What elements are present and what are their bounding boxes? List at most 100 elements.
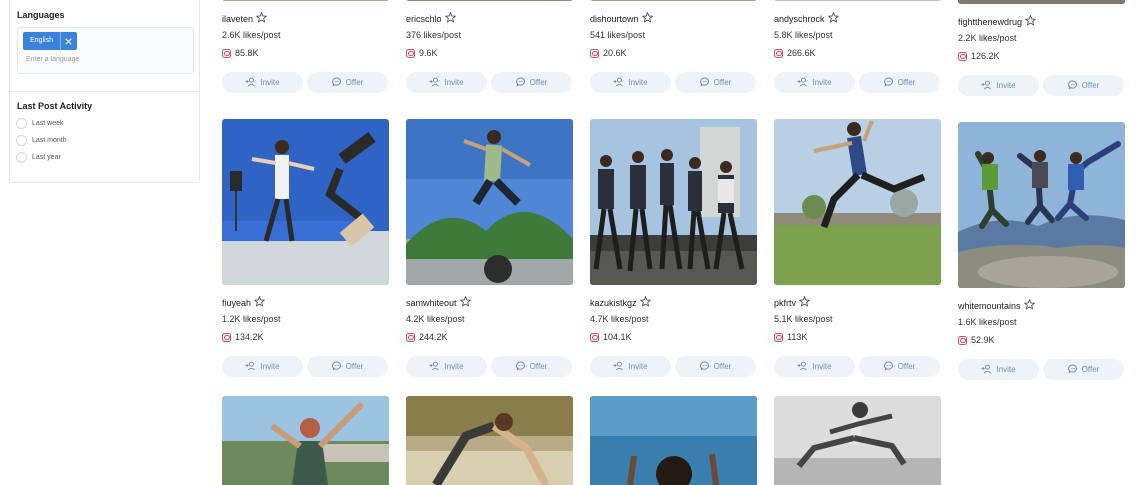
star-icon[interactable]: [1021, 298, 1035, 312]
star-icon[interactable]: [639, 11, 653, 25]
languages-heading: Languages: [17, 10, 65, 20]
username-row: andyschrock: [774, 11, 839, 25]
invite-button[interactable]: Invite: [222, 72, 303, 93]
instagram-icon: [590, 332, 599, 342]
offer-button[interactable]: Offer: [307, 72, 388, 93]
username[interactable]: fiuyeah: [222, 298, 251, 308]
profile-thumbnail[interactable]: [958, 122, 1125, 288]
offer-button[interactable]: Offer: [307, 356, 388, 377]
profile-thumbnail[interactable]: [774, 396, 941, 485]
invite-button[interactable]: Invite: [774, 72, 855, 93]
instagram-icon: [774, 332, 783, 342]
profile-thumbnail[interactable]: [222, 119, 389, 285]
follower-count-row: 126.2K: [958, 51, 1000, 61]
language-chip: English: [23, 32, 77, 50]
instagram-icon: [774, 48, 783, 58]
radio-button[interactable]: [16, 118, 27, 129]
profile-thumbnail[interactable]: [590, 396, 757, 485]
username[interactable]: whitemountains: [958, 301, 1021, 311]
offer-button[interactable]: Offer: [1043, 75, 1124, 96]
profile-thumbnail[interactable]: [590, 119, 757, 285]
username[interactable]: andyschrock: [774, 14, 825, 24]
likes-per-post: 4.7K likes/post: [590, 314, 649, 324]
profile-thumbnail[interactable]: [590, 0, 757, 1]
follower-count: 9.6K: [419, 48, 438, 58]
radio-label: Last year: [32, 154, 61, 161]
follower-count: 134.2K: [235, 332, 264, 342]
username[interactable]: pkfrtv: [774, 298, 796, 308]
follower-count: 244.2K: [419, 332, 448, 342]
offer-label: Offer: [897, 362, 916, 371]
offer-button[interactable]: Offer: [675, 356, 756, 377]
offer-button[interactable]: Offer: [859, 356, 940, 377]
offer-label: Offer: [713, 78, 732, 87]
offer-button[interactable]: Offer: [491, 72, 572, 93]
follower-count-row: 104.1K: [590, 332, 632, 342]
profile-thumbnail[interactable]: [406, 396, 573, 485]
invite-button[interactable]: Invite: [222, 356, 303, 377]
profile-thumbnail[interactable]: [774, 119, 941, 285]
add-user-icon: [797, 77, 812, 89]
follower-count-row: 85.8K: [222, 48, 259, 58]
profile-thumbnail[interactable]: [222, 0, 389, 1]
chat-bubble-icon: [883, 361, 898, 373]
username[interactable]: dishourtown: [590, 14, 639, 24]
follower-count-row: 52.9K: [958, 335, 995, 345]
star-icon[interactable]: [253, 11, 268, 25]
follower-count-row: 134.2K: [222, 332, 264, 342]
star-icon[interactable]: [796, 295, 811, 309]
radio-last-week[interactable]: Last week: [16, 118, 64, 129]
offer-button[interactable]: Offer: [675, 72, 756, 93]
radio-button[interactable]: [16, 152, 27, 163]
radio-button[interactable]: [16, 135, 27, 146]
invite-label: Invite: [260, 78, 280, 87]
instagram-icon: [406, 332, 415, 342]
username[interactable]: kazukistkgz: [590, 298, 637, 308]
profile-thumbnail[interactable]: [222, 396, 389, 485]
likes-per-post: 2.6K likes/post: [222, 30, 281, 40]
offer-label: Offer: [345, 362, 364, 371]
radio-last-year[interactable]: Last year: [16, 152, 61, 163]
chat-bubble-icon: [331, 77, 346, 89]
profile-thumbnail[interactable]: [406, 0, 573, 1]
offer-button[interactable]: Offer: [491, 356, 572, 377]
radio-last-month[interactable]: Last month: [16, 135, 67, 146]
username[interactable]: ilaveten: [222, 14, 253, 24]
invite-button[interactable]: Invite: [958, 75, 1039, 96]
username-row: fightthenewdrug: [958, 14, 1037, 28]
invite-button[interactable]: Invite: [406, 72, 487, 93]
star-icon[interactable]: [442, 11, 456, 25]
offer-button[interactable]: Offer: [859, 72, 940, 93]
page: Languages English Last Post Activity Las…: [0, 0, 1140, 485]
follower-count: 85.8K: [235, 48, 259, 58]
invite-button[interactable]: Invite: [958, 359, 1039, 380]
likes-per-post: 5.1K likes/post: [774, 314, 833, 324]
language-input[interactable]: [26, 56, 186, 63]
follower-count-row: 113K: [774, 332, 807, 342]
activity-heading: Last Post Activity: [17, 101, 93, 111]
star-icon[interactable]: [1022, 14, 1037, 28]
radio-label: Last week: [32, 120, 64, 127]
star-icon[interactable]: [457, 295, 471, 309]
username[interactable]: samwhiteout: [406, 298, 457, 308]
star-icon[interactable]: [825, 11, 839, 25]
profile-thumbnail[interactable]: [774, 0, 941, 1]
add-user-icon: [613, 361, 628, 373]
username[interactable]: ericschlo: [406, 14, 442, 24]
likes-per-post: 1.2K likes/post: [222, 314, 281, 324]
language-select[interactable]: English: [17, 27, 194, 74]
username-row: fiuyeah: [222, 295, 266, 309]
username[interactable]: fightthenewdrug: [958, 17, 1022, 27]
offer-button[interactable]: Offer: [1043, 359, 1124, 380]
invite-button[interactable]: Invite: [590, 72, 671, 93]
invite-label: Invite: [812, 78, 832, 87]
profile-thumbnail[interactable]: [958, 0, 1125, 4]
invite-button[interactable]: Invite: [406, 356, 487, 377]
profile-thumbnail[interactable]: [406, 119, 573, 285]
close-icon[interactable]: [59, 32, 77, 50]
divider: [10, 91, 199, 92]
star-icon[interactable]: [251, 295, 266, 309]
invite-button[interactable]: Invite: [590, 356, 671, 377]
star-icon[interactable]: [637, 295, 651, 309]
invite-button[interactable]: Invite: [774, 356, 855, 377]
